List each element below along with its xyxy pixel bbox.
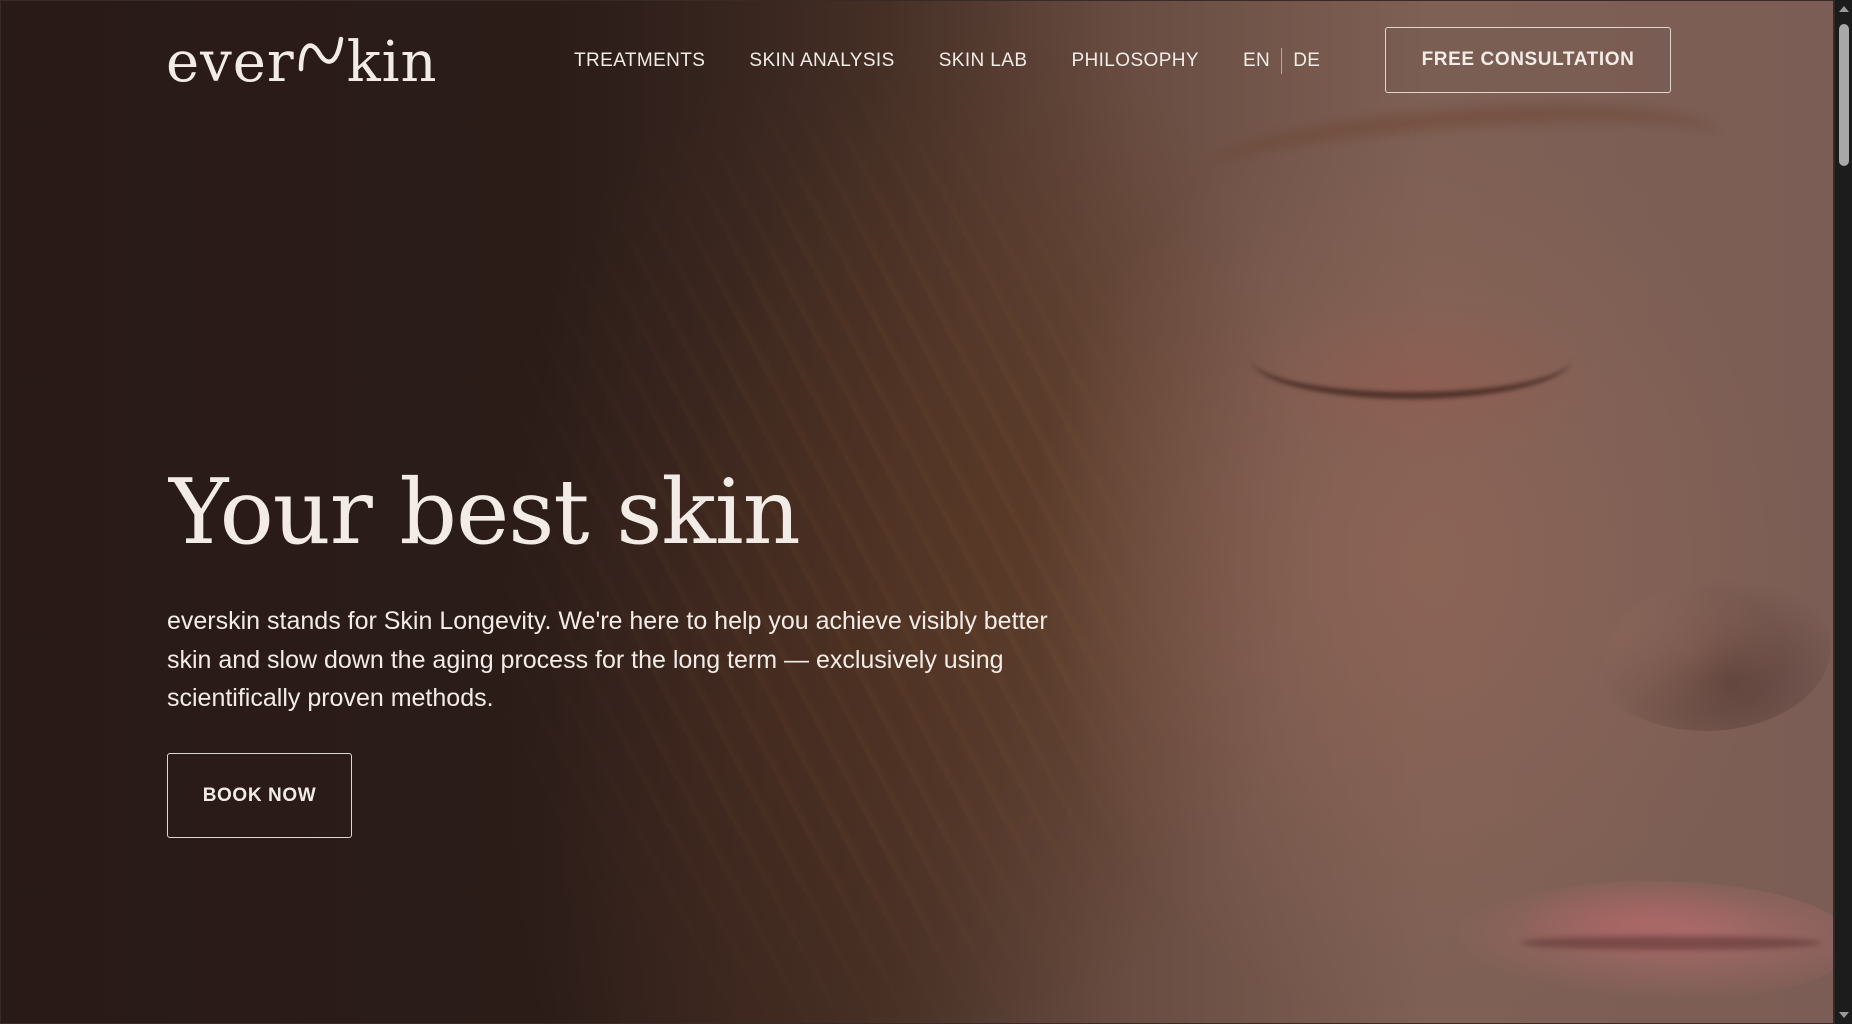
main-nav: TREATMENTS SKIN ANALYSIS SKIN LAB PHILOS… [574, 48, 1320, 74]
page-viewport: ever kin TREATMENTS SKIN ANALYSIS SKIN L… [0, 0, 1834, 1024]
language-switcher: EN DE [1243, 48, 1320, 74]
language-divider [1281, 48, 1283, 74]
nav-item-skin-lab[interactable]: SKIN LAB [939, 49, 1028, 73]
book-now-button[interactable]: BOOK NOW [167, 753, 352, 838]
logo-text-left: ever [166, 30, 295, 95]
scroll-up-arrow-icon[interactable] [1835, 0, 1852, 18]
language-en[interactable]: EN [1243, 49, 1270, 73]
scrollbar-thumb[interactable] [1839, 24, 1849, 166]
hero-description: everskin stands for Skin Longevity. We'r… [167, 607, 1048, 712]
page-scrollbar[interactable] [1834, 0, 1852, 1024]
site-logo[interactable]: ever kin [166, 25, 438, 95]
scroll-down-arrow-icon[interactable] [1835, 1006, 1852, 1024]
logo-wave-icon [297, 25, 345, 81]
nav-item-skin-analysis[interactable]: SKIN ANALYSIS [749, 49, 894, 73]
nav-item-treatments[interactable]: TREATMENTS [574, 49, 705, 73]
free-consultation-button[interactable]: FREE CONSULTATION [1385, 27, 1671, 93]
logo-text-right: kin [346, 30, 438, 95]
nav-item-philosophy[interactable]: PHILOSOPHY [1071, 49, 1199, 73]
hero-title: Your best skin [169, 460, 801, 565]
site-header: ever kin TREATMENTS SKIN ANALYSIS SKIN L… [1, 1, 1833, 121]
language-de[interactable]: DE [1293, 49, 1320, 73]
